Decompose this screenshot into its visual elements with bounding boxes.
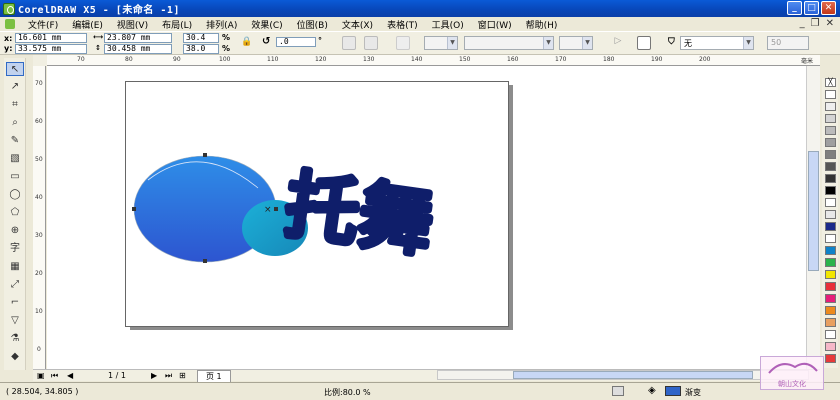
fill-color-swatch [665,386,681,396]
first-page-button[interactable]: ⏮ [51,371,58,381]
color-swatch[interactable] [825,258,836,267]
color-swatch[interactable] [825,306,836,315]
artwork-text[interactable]: 托舞 [277,159,441,270]
color-swatch[interactable] [825,210,836,219]
vertical-scrollbar[interactable] [806,66,820,369]
prev-page-button[interactable]: ◀ [67,371,73,380]
color-palette: ╳ [822,78,838,368]
last-page-button[interactable]: ⏭ [165,371,172,381]
horizontal-scrollbar[interactable] [437,370,809,380]
selection-handle[interactable] [132,207,136,211]
color-swatch[interactable] [825,318,836,327]
horizontal-scroll-thumb[interactable] [513,371,753,379]
watermark-bird-icon [768,362,818,374]
artwork-layer: × 托舞 [132,153,441,270]
color-swatch[interactable] [825,222,836,231]
color-swatch[interactable] [825,126,836,135]
color-swatch[interactable] [825,282,836,291]
selection-handle[interactable] [203,153,207,157]
color-swatch[interactable] [825,138,836,147]
color-swatch[interactable] [825,198,836,207]
next-page-button[interactable]: ▶ [151,371,157,380]
vertical-scroll-thumb[interactable] [808,151,819,271]
watermark-text: 朝山文化 [778,380,806,388]
color-swatch[interactable] [825,270,836,279]
color-swatch[interactable] [825,102,836,111]
color-swatch[interactable] [825,114,836,123]
no-color-swatch[interactable]: ╳ [825,78,836,87]
page-count: 1 / 1 [108,371,126,380]
fill-status-icon: ◈ [648,385,656,396]
add-page-button[interactable]: ⊞ [179,371,186,380]
color-swatch[interactable] [825,234,836,243]
color-swatch[interactable] [825,90,836,99]
color-swatch[interactable] [825,174,836,183]
color-swatch[interactable] [825,354,836,363]
selection-handle[interactable] [274,207,278,211]
cursor-coordinates: ( 28.504, 34.805 ) [6,387,79,396]
color-swatch[interactable] [825,246,836,255]
color-swatch[interactable] [825,330,836,339]
color-swatch[interactable] [825,186,836,195]
zoom-status: 比例:80.0 % [324,388,371,397]
color-swatch[interactable] [825,162,836,171]
watermark-logo: 朝山文化 [760,356,824,390]
status-bar: ( 28.504, 34.805 ) 比例:80.0 % ◈ 渐变 [0,382,840,400]
outline-status-icon [612,386,624,396]
color-swatch[interactable] [825,342,836,351]
color-swatch[interactable] [825,150,836,159]
center-marker: × [264,205,272,215]
page-settings-icon[interactable]: ▣ [37,371,45,380]
fill-type-label: 渐变 [685,388,701,397]
selection-handle[interactable] [203,259,207,263]
color-swatch[interactable] [825,294,836,303]
